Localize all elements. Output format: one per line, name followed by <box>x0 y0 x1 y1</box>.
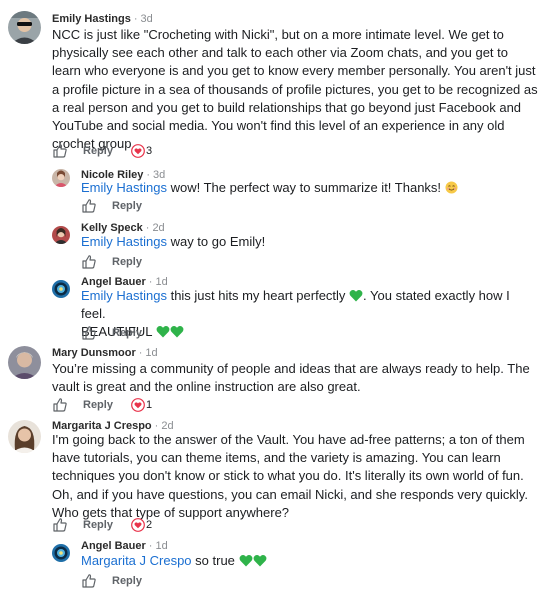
reply-button[interactable]: Reply <box>83 519 113 531</box>
comment: Emily Hastings · 3d NCC is just like "Croc… <box>0 0 548 160</box>
separator: · <box>148 540 153 552</box>
comment-body: wow! The perfect way to summarize it! Th… <box>166 180 442 195</box>
thumbs-up-icon[interactable] <box>81 254 97 270</box>
author-name[interactable]: Mary Dunsmoor <box>52 347 136 359</box>
comment: Margarita J Crespo · 2d I'm going back to … <box>0 412 548 536</box>
thumbs-up-icon[interactable] <box>52 397 68 413</box>
reply-comment: Kelly Speck · 2d Emily Hastings way to go … <box>0 218 548 272</box>
comment-actions: Reply <box>81 198 281 216</box>
avatar[interactable] <box>52 544 70 562</box>
author-name[interactable]: Emily Hastings <box>52 13 131 25</box>
comment-meta: Mary Dunsmoor · 1d <box>52 346 158 360</box>
green-heart-emoji <box>349 289 363 302</box>
mention-link[interactable]: Emily Hastings <box>81 180 167 195</box>
heart-reaction-icon <box>131 398 145 412</box>
comment-actions: Reply <box>81 325 281 343</box>
reply-button[interactable]: Reply <box>112 327 142 339</box>
comment-actions: Reply <box>81 573 281 589</box>
comment-actions: Reply 3 <box>52 143 252 161</box>
comment-meta: Emily Hastings · 3d <box>52 12 153 26</box>
comment-body: this just hits my heart perfectly <box>166 288 350 303</box>
avatar[interactable] <box>8 420 41 453</box>
comment-meta: Angel Bauer · 1d <box>81 539 168 553</box>
comment-actions: Reply 2 <box>52 517 252 535</box>
heart-reaction-icon <box>131 144 145 158</box>
heart-reaction-icon <box>131 518 145 532</box>
reply-comment: Angel Bauer · 1d Margarita J Crespo so tru… <box>0 536 548 589</box>
reply-button[interactable]: Reply <box>112 200 142 212</box>
comment-text: You’re missing a community of people and… <box>52 361 530 395</box>
reply-button[interactable]: Reply <box>112 256 142 268</box>
reaction-count: 2 <box>146 519 153 531</box>
comment-text: Emily Hastings way to go Emily! <box>81 233 521 251</box>
avatar[interactable] <box>52 226 70 244</box>
reply-button[interactable]: Reply <box>83 145 113 157</box>
reply-comment: Angel Bauer · 1d Emily Hastings this just … <box>0 272 548 342</box>
comment-body: so true <box>191 553 239 568</box>
separator: · <box>133 13 138 25</box>
timestamp[interactable]: 1d <box>145 347 157 359</box>
avatar[interactable] <box>8 11 41 44</box>
thumbs-up-icon[interactable] <box>81 573 97 589</box>
avatar[interactable] <box>52 169 70 187</box>
comment-text: NCC is just like "Crocheting with Nicki"… <box>52 27 538 152</box>
comment-text: I'm going back to the answer of the Vaul… <box>52 432 528 520</box>
comment: Mary Dunsmoor · 1d You’re missing a commun… <box>0 342 548 412</box>
author-name[interactable]: Angel Bauer <box>81 540 146 552</box>
green-heart-emoji <box>253 554 266 567</box>
timestamp[interactable]: 1d <box>155 540 167 552</box>
reply-button[interactable]: Reply <box>83 399 113 411</box>
comment-actions: Reply <box>81 254 281 272</box>
separator: · <box>138 347 143 359</box>
thumbs-up-icon[interactable] <box>52 143 68 159</box>
comment-text: Emily Hastings wow! The perfect way to s… <box>81 179 521 197</box>
comment-body: way to go Emily! <box>166 234 266 249</box>
avatar[interactable] <box>52 280 70 298</box>
comment-text: Margarita J Crespo so true <box>81 552 521 570</box>
reply-comment: Nicole Riley · 3d Emily Hastings wow! The … <box>0 160 548 218</box>
avatar[interactable] <box>8 346 41 379</box>
reply-button[interactable]: Reply <box>112 575 142 587</box>
mention-link[interactable]: Emily Hastings <box>81 234 167 249</box>
thumbs-up-icon[interactable] <box>81 198 97 214</box>
reaction-count: 3 <box>146 145 153 157</box>
smiling-face-emoji <box>445 181 458 194</box>
mention-link[interactable]: Margarita J Crespo <box>81 553 192 568</box>
reaction-count: 1 <box>146 399 153 411</box>
thumbs-up-icon[interactable] <box>81 325 97 341</box>
green-heart-emoji <box>239 554 252 567</box>
thumbs-up-icon[interactable] <box>52 517 68 533</box>
mention-link[interactable]: Emily Hastings <box>81 288 167 303</box>
timestamp[interactable]: 3d <box>141 13 153 25</box>
